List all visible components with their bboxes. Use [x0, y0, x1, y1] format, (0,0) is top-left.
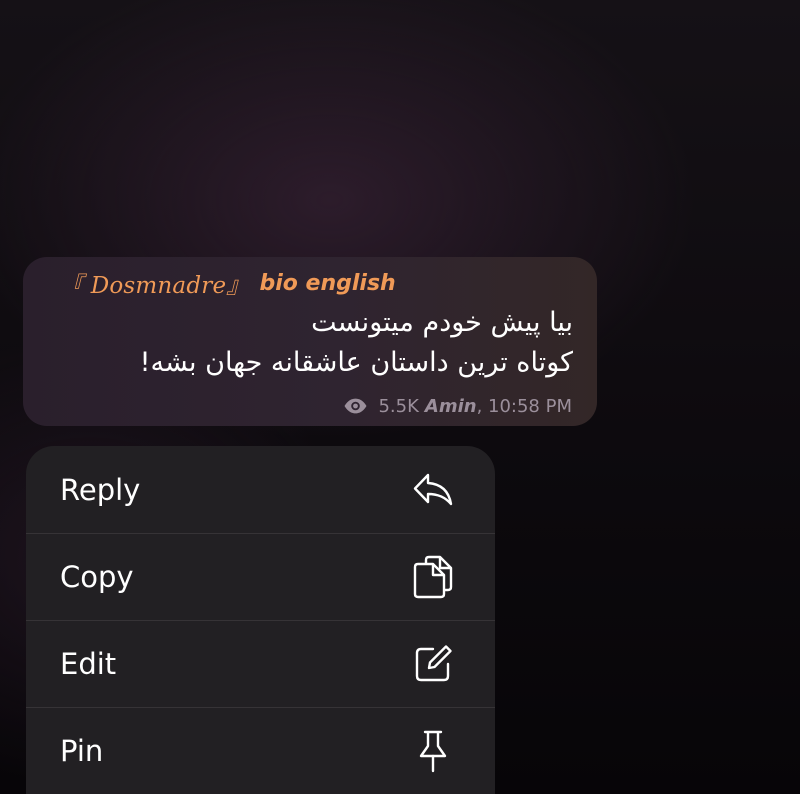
message-text: بیا پیش خودم میتونست کوتاه ترین داستان ع… — [33, 303, 573, 383]
menu-item-edit[interactable]: Edit — [26, 620, 495, 707]
view-count: 5.5K — [378, 395, 419, 417]
menu-item-label: Pin — [60, 734, 104, 768]
menu-item-label: Reply — [60, 472, 141, 507]
copy-icon — [411, 555, 455, 599]
message-line: کوتاه ترین داستان عاشقانه جهان بشه! — [139, 347, 573, 378]
menu-item-label: Edit — [60, 647, 117, 681]
menu-item-label: Copy — [60, 560, 134, 594]
pin-icon — [411, 729, 455, 773]
menu-item-pin[interactable]: Pin — [26, 707, 495, 794]
menu-item-reply[interactable]: Reply — [26, 446, 495, 533]
message-bubble[interactable]: 『 Dosmnadre』 bio english بیا پیش خودم می… — [23, 257, 597, 426]
author-name: Amin — [424, 395, 477, 417]
eye-icon — [343, 398, 368, 414]
sender-bio: bio english — [259, 270, 396, 296]
reply-icon — [411, 468, 455, 512]
edit-icon — [411, 642, 455, 686]
message-line: بیا پیش خودم میتونست — [311, 307, 573, 338]
menu-item-copy[interactable]: Copy — [26, 533, 495, 620]
sender-header: 『 Dosmnadre』 bio english — [60, 266, 396, 300]
context-menu: Reply Copy Edit Pin — [26, 446, 495, 794]
message-time: , 10:58 PM — [476, 395, 572, 417]
sender-name: 『 Dosmnadre』 — [60, 273, 250, 299]
message-meta: 5.5K Amin , 10:58 PM — [343, 394, 572, 418]
